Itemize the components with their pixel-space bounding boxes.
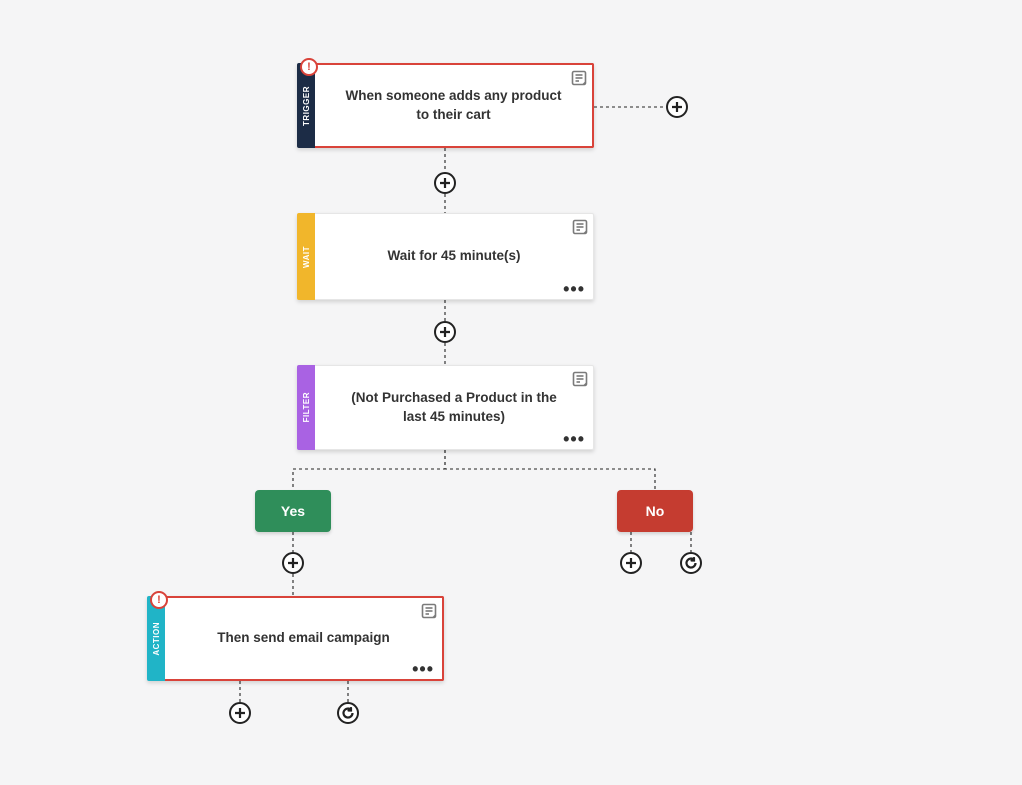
more-icon[interactable]: •••: [563, 434, 585, 444]
note-icon[interactable]: [571, 70, 587, 86]
node-body: When someone adds any product to their c…: [315, 63, 594, 148]
node-text: Wait for 45 minute(s): [387, 247, 520, 265]
node-tab-filter: FILTER: [297, 365, 315, 450]
node-body: Then send email campaign •••: [165, 596, 444, 681]
node-tab-label: ACTION: [152, 622, 161, 656]
branch-label: No: [646, 503, 665, 519]
node-body: Wait for 45 minute(s) •••: [315, 213, 594, 300]
more-icon[interactable]: •••: [412, 664, 434, 674]
note-icon[interactable]: [572, 219, 588, 235]
add-step-button[interactable]: [434, 321, 456, 343]
warning-badge: !: [150, 591, 168, 609]
add-step-button[interactable]: [434, 172, 456, 194]
add-step-button[interactable]: [282, 552, 304, 574]
workflow-canvas: ! TRIGGER When someone adds any product …: [0, 0, 1022, 785]
node-trigger[interactable]: TRIGGER When someone adds any product to…: [297, 63, 594, 148]
restart-button[interactable]: [680, 552, 702, 574]
branch-label: Yes: [281, 503, 305, 519]
add-step-button[interactable]: [229, 702, 251, 724]
node-wait[interactable]: WAIT Wait for 45 minute(s) •••: [297, 213, 594, 300]
node-tab-label: TRIGGER: [302, 86, 311, 126]
warning-badge: !: [300, 58, 318, 76]
node-tab-label: WAIT: [302, 246, 311, 268]
node-tab-label: FILTER: [302, 392, 311, 422]
note-icon[interactable]: [572, 371, 588, 387]
note-icon[interactable]: [421, 603, 437, 619]
node-text: When someone adds any product to their c…: [343, 87, 564, 123]
node-filter[interactable]: FILTER (Not Purchased a Product in the l…: [297, 365, 594, 450]
restart-button[interactable]: [337, 702, 359, 724]
branch-no[interactable]: No: [617, 490, 693, 532]
add-step-button[interactable]: [620, 552, 642, 574]
add-branch-button[interactable]: [666, 96, 688, 118]
node-text: (Not Purchased a Product in the last 45 …: [343, 389, 565, 425]
branch-yes[interactable]: Yes: [255, 490, 331, 532]
node-body: (Not Purchased a Product in the last 45 …: [315, 365, 594, 450]
more-icon[interactable]: •••: [563, 284, 585, 294]
node-tab-wait: WAIT: [297, 213, 315, 300]
node-action[interactable]: ACTION Then send email campaign •••: [147, 596, 444, 681]
node-text: Then send email campaign: [217, 629, 390, 647]
